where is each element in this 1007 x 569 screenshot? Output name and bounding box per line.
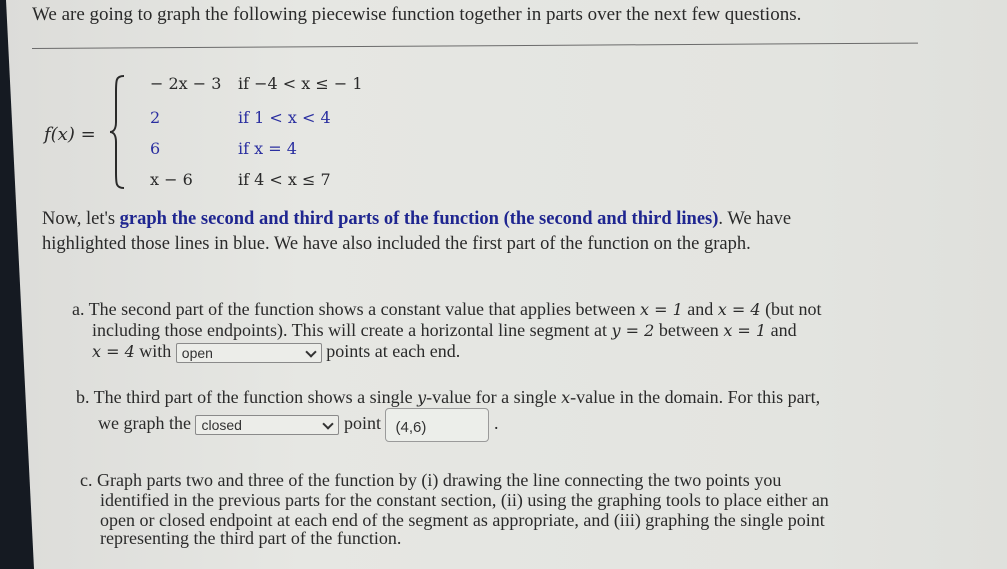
text: (but not [760, 299, 822, 319]
part-c-line-4: representing the third part of the funct… [100, 528, 402, 548]
text: including those endpoints). This will cr… [92, 320, 612, 340]
intro-text: We are going to graph the following piec… [32, 4, 802, 25]
text: with [134, 341, 176, 361]
math: x = 1 [640, 300, 683, 319]
select-value: closed [201, 417, 242, 433]
math: x = 1 [723, 321, 767, 340]
text: -value for a single [426, 387, 562, 407]
math: y [417, 388, 427, 407]
piece-4-cond: if 4 < x ≤ 7 [238, 170, 331, 189]
text: between [654, 320, 724, 340]
instruction-lead: Now, let's [42, 209, 120, 229]
piece-3-cond: if x = 4 [238, 139, 297, 158]
math: x = 4 [717, 300, 761, 319]
text: we graph the [98, 413, 196, 434]
text: -value in the domain. For this part, [570, 387, 821, 407]
point-answer-input[interactable]: (4,6) [385, 408, 490, 442]
piece-2-expr: 2 [150, 108, 161, 127]
instruction-paragraph: Now, let's graph the second and third pa… [42, 207, 842, 257]
text: b. The third part of the function shows … [76, 387, 418, 407]
text: a. The second part of the function shows… [72, 299, 640, 319]
piece-1-expr: − 2x − 3 [150, 74, 222, 93]
part-a-line-3: x = 4 with open points at each end. [92, 340, 460, 363]
part-b-line-2: we graph the closed point (4,6) . [98, 408, 498, 442]
math: y = 2 [611, 321, 655, 340]
text: and [766, 320, 797, 340]
text: points at each end. [326, 341, 461, 361]
instruction-line-2: highlighted those lines in blue. We have… [42, 234, 751, 254]
instruction-bold: graph the second and third parts of the … [119, 209, 719, 229]
piece-3-expr: 6 [150, 139, 161, 158]
part-a-line-2: including those endpoints). This will cr… [92, 319, 797, 342]
chevron-down-icon [322, 418, 335, 430]
left-brace-icon [109, 75, 125, 189]
text: and [682, 299, 718, 319]
part-b-line-1: b. The third part of the function shows … [76, 386, 820, 409]
text: . [493, 413, 499, 434]
part-a-line-1: a. The second part of the function shows… [72, 298, 822, 321]
endpoint-type-select-a[interactable]: open [175, 342, 322, 363]
math: x [561, 388, 571, 407]
math: x = 4 [92, 342, 135, 361]
piece-4-expr: x − 6 [150, 170, 193, 189]
endpoint-type-select-b[interactable]: closed [195, 415, 340, 435]
piece-2-cond: if 1 < x < 4 [238, 108, 331, 127]
select-value: open [181, 344, 213, 361]
function-name: f(x) = [44, 124, 96, 145]
piece-1-cond: if −4 < x ≤ − 1 [238, 74, 363, 93]
chevron-down-icon [305, 346, 317, 358]
text: point [343, 413, 386, 434]
instruction-tail: . We have [718, 209, 792, 229]
